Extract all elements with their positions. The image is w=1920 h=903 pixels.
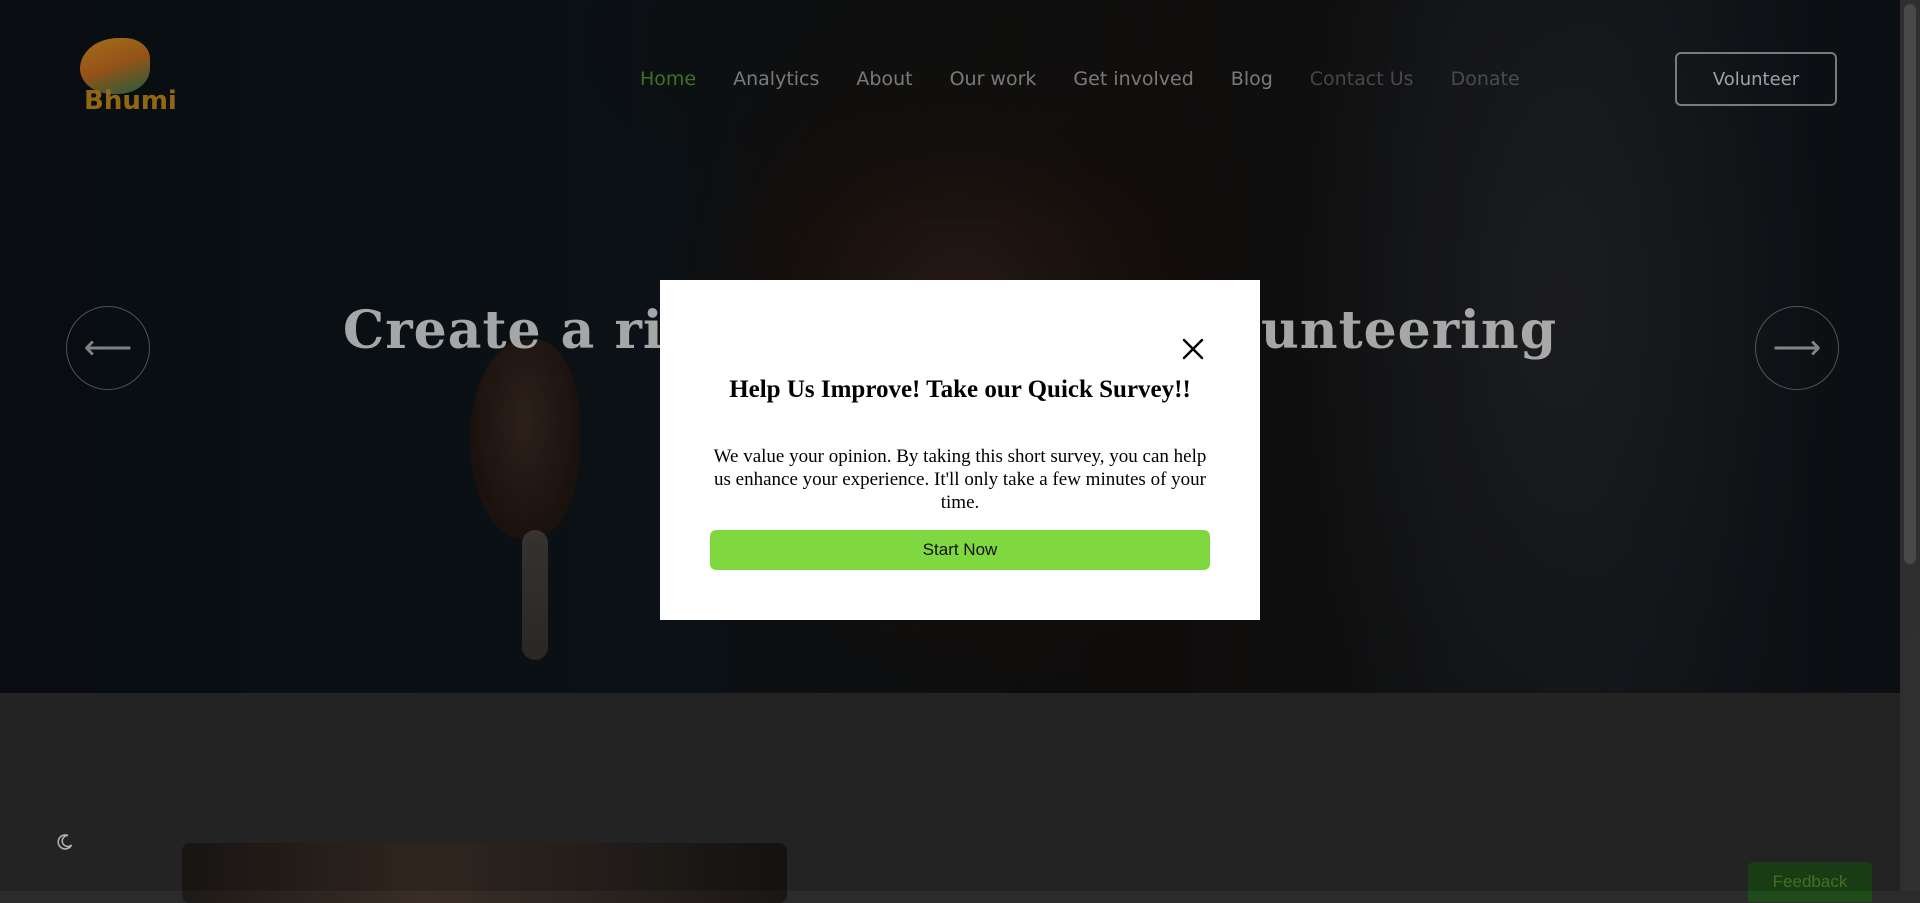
modal-title: Help Us Improve! Take our Quick Survey!! — [729, 376, 1191, 403]
survey-modal: Help Us Improve! Take our Quick Survey!!… — [660, 280, 1260, 620]
close-button[interactable] — [1178, 334, 1208, 364]
modal-body-text: We value your opinion. By taking this sh… — [713, 446, 1207, 513]
start-now-button[interactable]: Start Now — [710, 530, 1210, 570]
close-icon — [1182, 338, 1204, 360]
